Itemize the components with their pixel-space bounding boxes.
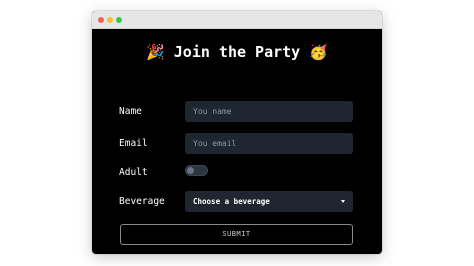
email-label: Email bbox=[119, 138, 148, 149]
email-input[interactable] bbox=[185, 133, 353, 154]
toggle-knob bbox=[187, 167, 194, 174]
app-window: 🎉 Join the Party 🥳 Name Email Adult Beve… bbox=[92, 11, 382, 254]
chevron-down-icon bbox=[341, 200, 345, 203]
beverage-select[interactable]: Choose a beverage bbox=[185, 191, 353, 212]
adult-label: Adult bbox=[119, 167, 148, 178]
maximize-window-button[interactable] bbox=[116, 17, 122, 23]
page-title: 🎉 Join the Party 🥳 bbox=[92, 41, 382, 63]
name-input[interactable] bbox=[185, 101, 353, 122]
beverage-select-value: Choose a beverage bbox=[193, 197, 270, 206]
submit-button[interactable]: SUBMIT bbox=[120, 224, 353, 245]
page-title-text: Join the Party bbox=[173, 43, 301, 61]
window-titlebar bbox=[92, 11, 382, 29]
beverage-label: Beverage bbox=[119, 196, 165, 207]
close-window-button[interactable] bbox=[98, 17, 104, 23]
minimize-window-button[interactable] bbox=[107, 17, 113, 23]
adult-toggle[interactable] bbox=[185, 165, 208, 176]
party-face-icon: 🥳 bbox=[309, 43, 328, 61]
party-popper-icon: 🎉 bbox=[146, 43, 165, 61]
name-label: Name bbox=[119, 106, 142, 117]
